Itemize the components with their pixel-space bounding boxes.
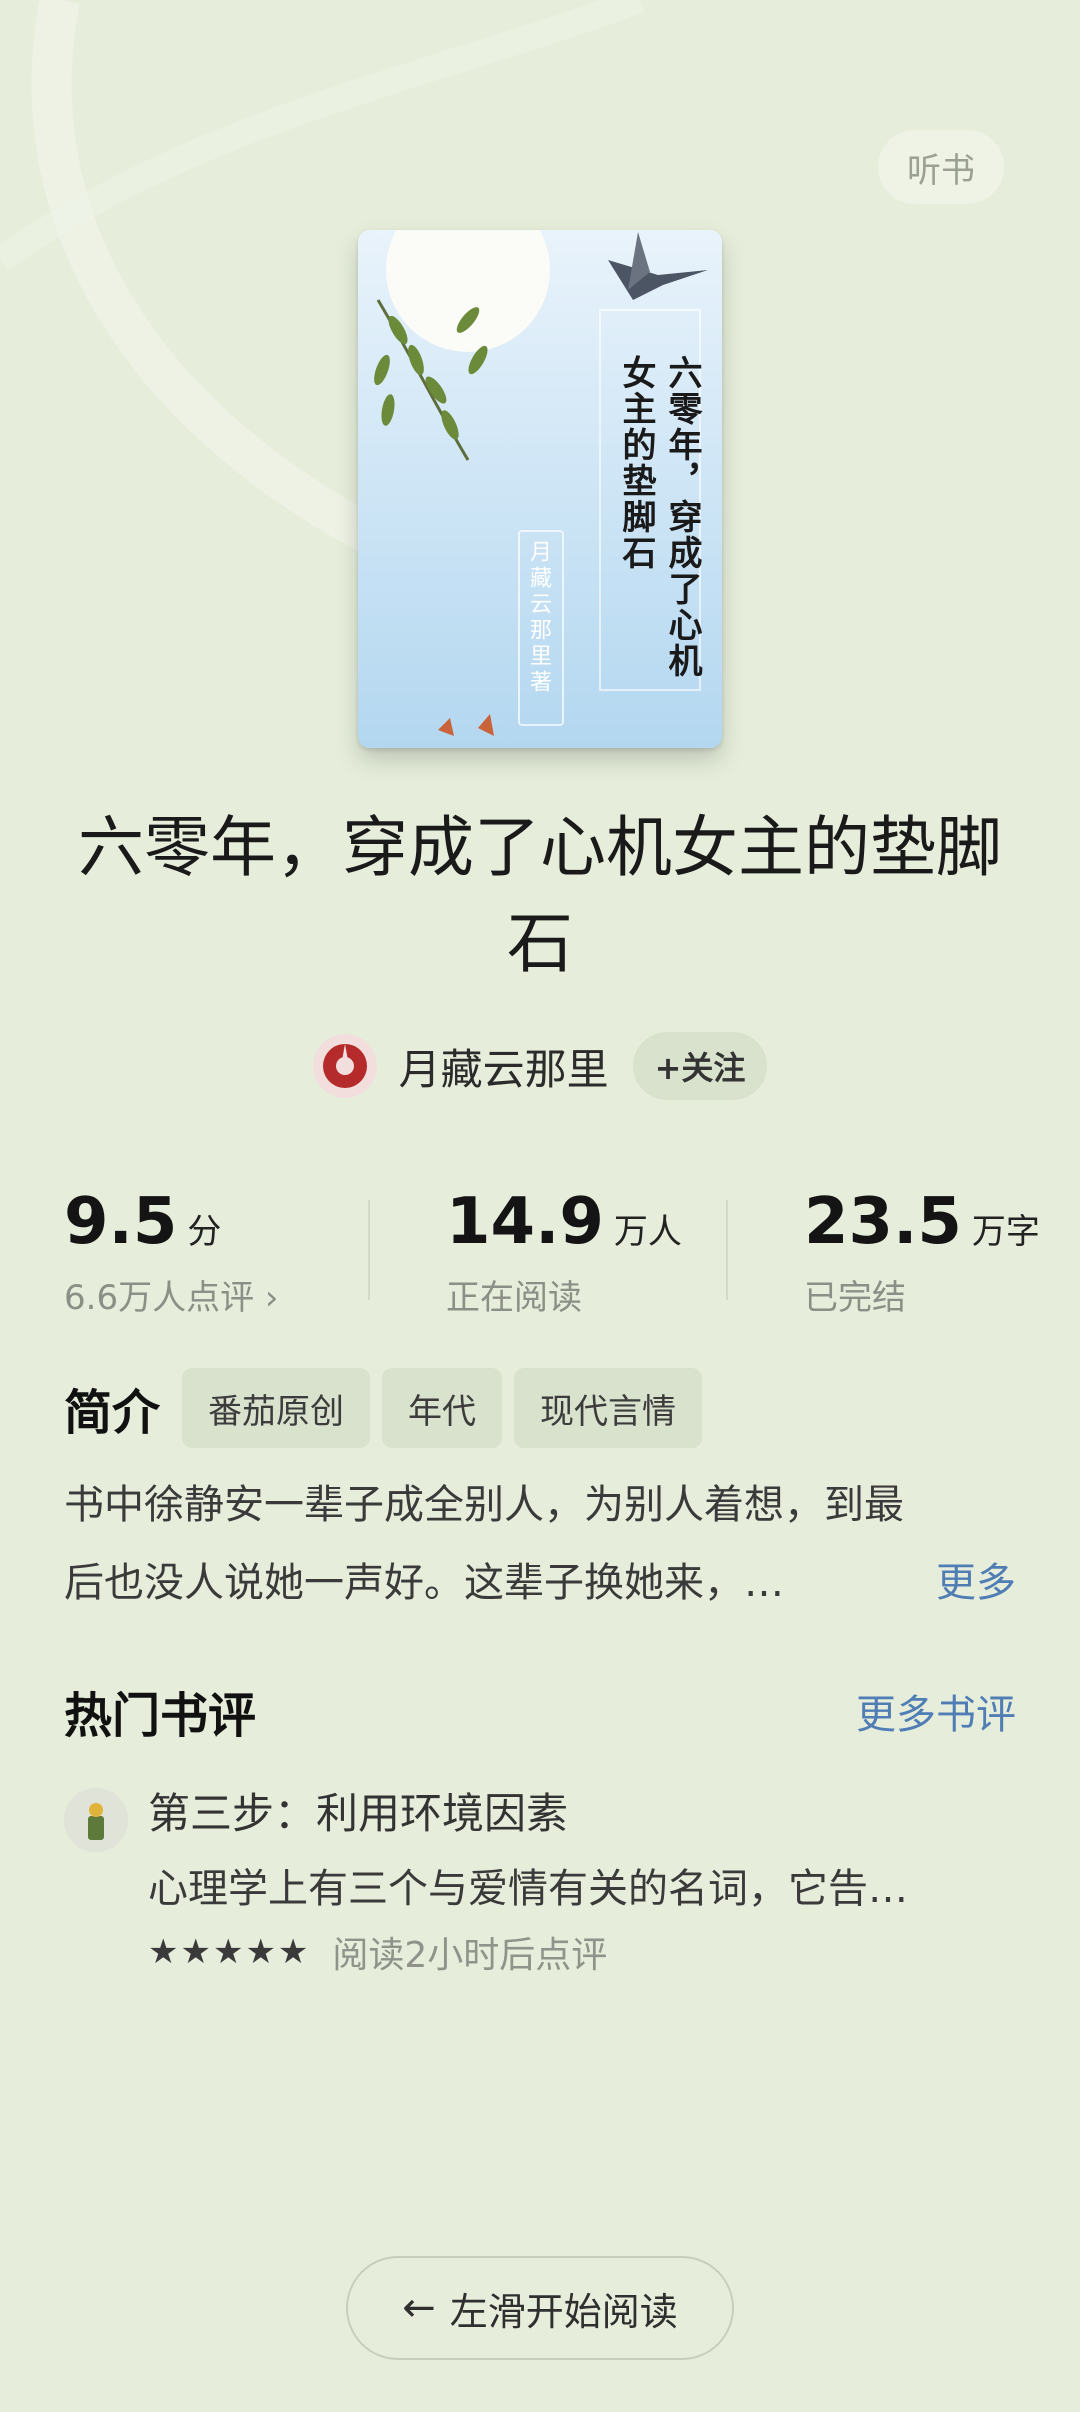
review-title: 第三步：利用环境因素: [148, 1789, 569, 1838]
cover-title-line1: 六零年，穿成了心机: [662, 355, 702, 679]
tag-era[interactable]: 年代: [382, 1368, 503, 1448]
reviewer-avatar[interactable]: [64, 1788, 128, 1852]
stats-bar: 9.5 分 6.6万人点评 › 14.9 万人 正在阅读 23.5 万字 已完结: [0, 1180, 1080, 1320]
reviews-header: 热门书评 更多书评: [64, 1676, 1016, 1746]
author-row: 月藏云那里 +关注: [0, 1032, 1080, 1100]
intro-header: 简介 番茄原创 年代 现代言情: [64, 1368, 714, 1448]
stat-words-unit: 万字: [971, 1212, 1040, 1252]
stat-divider: [726, 1200, 728, 1300]
reviews-title: 热门书评: [64, 1688, 257, 1744]
stat-rating-label: 6.6万人点评 ›: [64, 1278, 279, 1318]
stat-readers-unit: 万人: [613, 1212, 682, 1252]
cover-author: 月藏云那里著: [526, 540, 551, 696]
cover-title-line2: 女主的垫脚石: [616, 355, 656, 571]
stat-rating-unit: 分: [187, 1212, 222, 1252]
stat-divider: [368, 1200, 370, 1300]
author-avatar[interactable]: [312, 1034, 377, 1098]
stat-rating[interactable]: 9.5 分 6.6万人点评 ›: [64, 1180, 278, 1319]
intro-text[interactable]: 书中徐静安一辈子成全别人，为别人着想，到最 后也没人说她一声好。这辈子换她来，……: [64, 1466, 1016, 1622]
more-reviews-link[interactable]: 更多书评: [856, 1682, 1016, 1740]
arrow-left-icon: ←: [402, 2285, 436, 2331]
follow-button[interactable]: +关注: [632, 1032, 768, 1100]
stat-readers: 14.9 万人 正在阅读: [446, 1180, 682, 1319]
start-reading-button[interactable]: ← 左滑开始阅读: [346, 2256, 734, 2360]
intro-line2: 后也没人说她一声好。这辈子换她来，…: [64, 1560, 784, 1606]
book-cover[interactable]: 六零年，穿成了心机 女主的垫脚石 月藏云那里著: [358, 230, 722, 748]
tag-romance[interactable]: 现代言情: [514, 1368, 703, 1448]
stat-words-value: 23.5: [804, 1185, 962, 1259]
intro-line1: 书中徐静安一辈子成全别人，为别人着想，到最: [64, 1482, 904, 1528]
stat-rating-value: 9.5: [64, 1185, 178, 1259]
book-title: 六零年，穿成了心机女主的垫脚石: [78, 809, 1002, 982]
star-rating-icon: ★★★★★: [148, 1932, 311, 1972]
intro-more-link[interactable]: 更多: [936, 1544, 1016, 1622]
review-body: 心理学上有三个与爱情有关的名词，它告…: [148, 1866, 908, 1912]
intro-title: 简介: [64, 1385, 161, 1441]
start-reading-label: 左滑开始阅读: [449, 2289, 678, 2334]
stat-readers-value: 14.9: [446, 1185, 604, 1259]
listen-button[interactable]: 听书: [878, 130, 1004, 204]
stat-readers-label: 正在阅读: [446, 1278, 582, 1318]
review-meta: ★★★★★ 阅读2小时后点评: [148, 1926, 607, 1978]
stat-words: 23.5 万字 已完结: [804, 1180, 1040, 1319]
review-note: 阅读2小时后点评: [332, 1935, 608, 1976]
author-name[interactable]: 月藏云那里: [399, 1036, 609, 1097]
stat-words-label: 已完结: [804, 1278, 906, 1318]
tag-original[interactable]: 番茄原创: [182, 1368, 371, 1448]
